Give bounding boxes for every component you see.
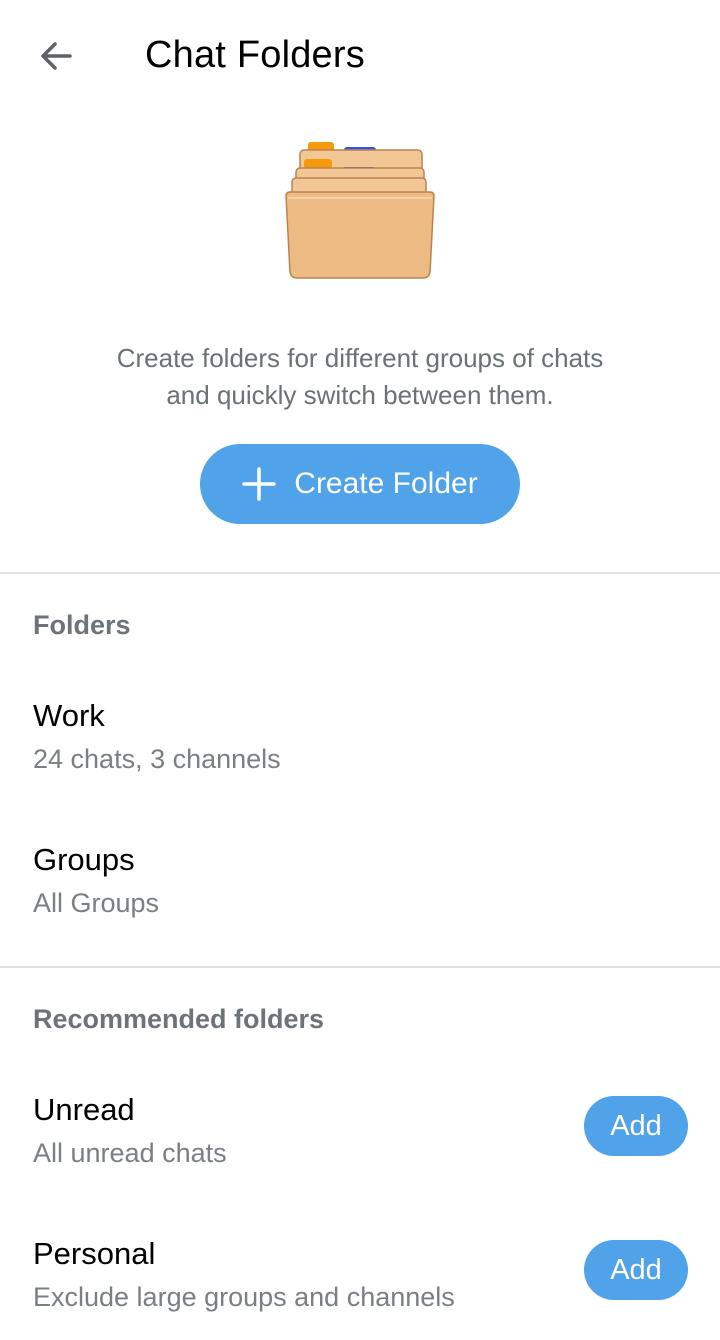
top-app-bar: Chat Folders: [0, 0, 720, 112]
folder-row-work[interactable]: Work 24 chats, 3 channels: [0, 698, 720, 838]
page-title: Chat Folders: [145, 34, 365, 76]
create-folder-button[interactable]: Create Folder: [200, 444, 520, 524]
recommended-name: Personal: [33, 1236, 156, 1271]
section-divider: [0, 966, 720, 968]
recommended-subtitle: Exclude large groups and channels: [33, 1282, 455, 1312]
intro-line-2: and quickly switch between them.: [166, 380, 554, 410]
folders-section-header: Folders: [33, 610, 131, 640]
add-unread-button[interactable]: Add: [584, 1096, 688, 1156]
add-personal-button[interactable]: Add: [584, 1240, 688, 1300]
plus-icon: [242, 467, 277, 501]
folder-name: Groups: [33, 842, 135, 877]
arrow-left-icon: [41, 42, 72, 70]
intro-line-1: Create folders for different groups of c…: [116, 343, 604, 373]
folder-row-groups[interactable]: Groups All Groups: [0, 842, 720, 982]
recommended-name: Unread: [33, 1092, 135, 1127]
recommended-section-header: Recommended folders: [33, 1004, 325, 1034]
folders-illustration: [285, 142, 435, 279]
back-button[interactable]: [22, 22, 90, 90]
recommended-subtitle: All unread chats: [33, 1138, 227, 1168]
section-divider: [0, 572, 720, 574]
folder-subtitle: All Groups: [33, 888, 160, 918]
create-folder-label: Create Folder: [294, 467, 478, 500]
folder-name: Work: [33, 698, 105, 733]
folder-subtitle: 24 chats, 3 channels: [33, 744, 281, 774]
intro-text: Create folders for different groups of c…: [0, 340, 720, 414]
